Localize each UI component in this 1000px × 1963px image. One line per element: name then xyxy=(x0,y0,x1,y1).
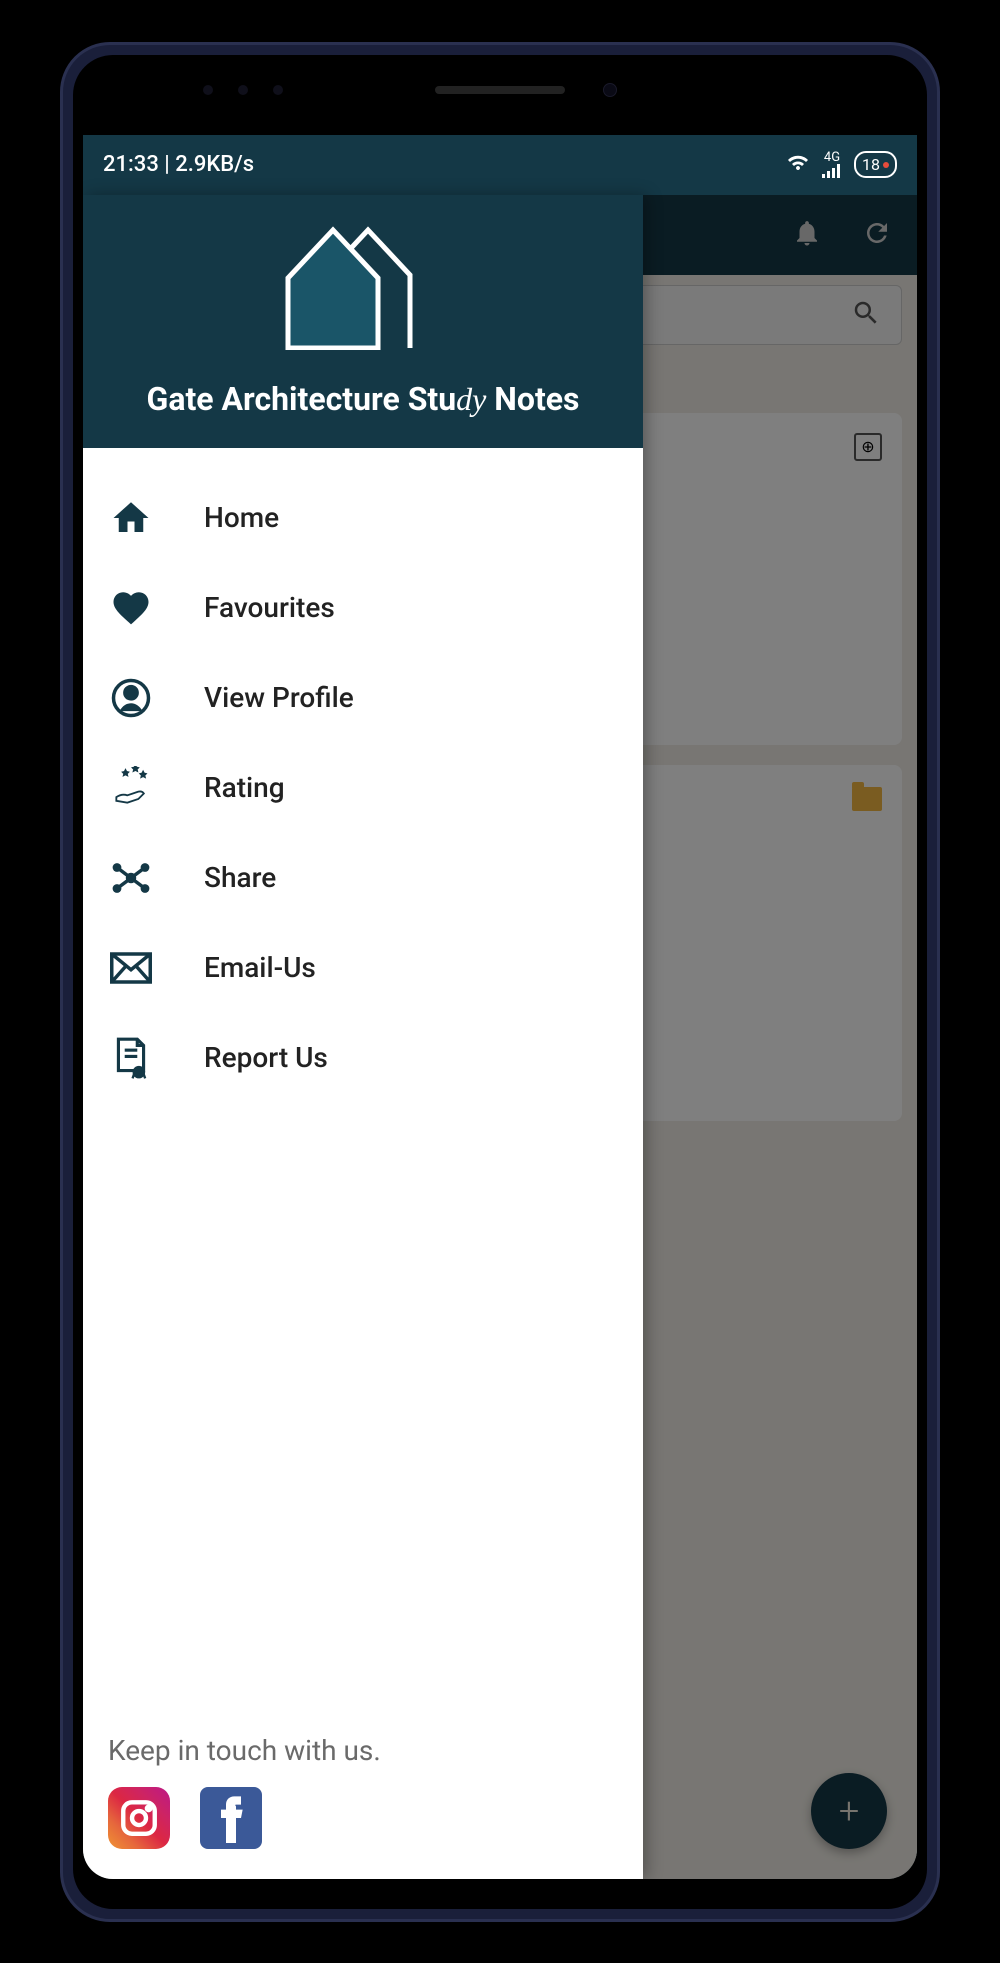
menu-label: Email-Us xyxy=(204,951,316,984)
phone-body: 21:33 | 2.9KB/s 4G 18 xyxy=(60,42,940,1922)
rating-icon xyxy=(108,765,154,811)
menu-item-share[interactable]: Share xyxy=(83,833,643,923)
menu-label: Rating xyxy=(204,771,285,804)
battery-indicator: 18 xyxy=(854,151,897,178)
menu-label: Home xyxy=(204,501,279,534)
footer-text: Keep in touch with us. xyxy=(108,1734,618,1767)
phone-inner: 21:33 | 2.9KB/s 4G 18 xyxy=(73,55,927,1909)
status-time: 21:33 xyxy=(103,152,159,177)
title-part1: Gate Architecture Stu xyxy=(147,380,457,418)
drawer-footer: Keep in touch with us. xyxy=(83,1719,643,1879)
front-camera xyxy=(603,83,617,97)
drawer-title: Gate Architecture Study Notes xyxy=(98,380,628,418)
drawer-menu: Home Favourites xyxy=(83,448,643,1719)
sensor-dot xyxy=(273,85,283,95)
menu-item-home[interactable]: Home xyxy=(83,473,643,563)
menu-label: Report Us xyxy=(204,1041,328,1074)
menu-item-email[interactable]: Email-Us xyxy=(83,923,643,1013)
wifi-icon xyxy=(786,152,810,178)
navigation-drawer: Gate Architecture Study Notes Home xyxy=(83,195,643,1879)
sensor-dot xyxy=(238,85,248,95)
menu-label: View Profile xyxy=(204,681,354,714)
network-type: 4G xyxy=(824,151,840,164)
heart-icon xyxy=(108,585,154,631)
profile-icon xyxy=(108,675,154,721)
status-separator: | xyxy=(164,152,175,177)
menu-item-favourites[interactable]: Favourites xyxy=(83,563,643,653)
status-speed: 2.9KB/s xyxy=(175,152,254,177)
screen: 21:33 | 2.9KB/s 4G 18 xyxy=(83,135,917,1879)
status-right: 4G 18 xyxy=(786,151,897,178)
share-icon xyxy=(108,855,154,901)
app-content: AR-GATE HANDWR ORM ⊕ ey from to improve … xyxy=(83,195,917,1879)
social-icons xyxy=(108,1787,618,1849)
title-dy: dy xyxy=(456,381,486,417)
facebook-icon[interactable] xyxy=(200,1787,262,1849)
app-logo xyxy=(98,220,628,350)
menu-item-rating[interactable]: Rating xyxy=(83,743,643,833)
report-icon xyxy=(108,1035,154,1081)
phone-hardware-top xyxy=(73,55,927,125)
title-part2: Notes xyxy=(486,380,579,418)
speaker-grille xyxy=(435,86,565,94)
menu-label: Favourites xyxy=(204,591,335,624)
battery-level: 18 xyxy=(862,155,880,174)
status-bar: 21:33 | 2.9KB/s 4G 18 xyxy=(83,135,917,195)
instagram-icon[interactable] xyxy=(108,1787,170,1849)
status-left: 21:33 | 2.9KB/s xyxy=(103,152,254,177)
home-icon xyxy=(108,495,154,541)
phone-frame: 21:33 | 2.9KB/s 4G 18 xyxy=(20,20,980,1943)
menu-item-profile[interactable]: View Profile xyxy=(83,653,643,743)
menu-label: Share xyxy=(204,861,276,894)
email-icon xyxy=(108,945,154,991)
drawer-header: Gate Architecture Study Notes xyxy=(83,195,643,448)
battery-low-dot xyxy=(883,162,889,168)
signal-icon: 4G xyxy=(822,151,842,178)
sensor-dot xyxy=(203,85,213,95)
menu-item-report[interactable]: Report Us xyxy=(83,1013,643,1103)
